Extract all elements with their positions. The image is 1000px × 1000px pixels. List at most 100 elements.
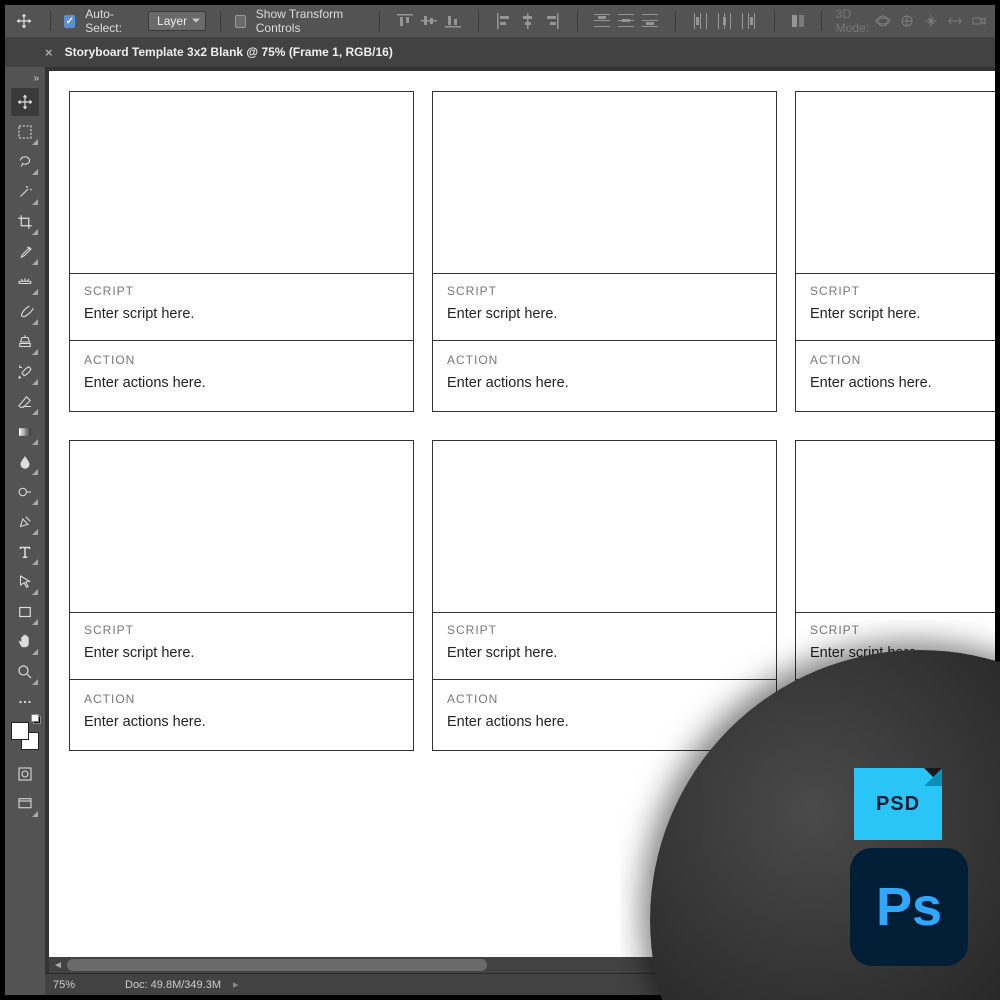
roll-icon[interactable] bbox=[899, 13, 915, 29]
ps-logo-text: Ps bbox=[876, 876, 942, 938]
psd-badge-text: PSD bbox=[876, 793, 920, 816]
distribute-top-icon[interactable] bbox=[591, 10, 613, 32]
threed-mode-group: 3D Mode: bbox=[836, 7, 987, 35]
expand-toolbar-icon[interactable]: » bbox=[33, 73, 45, 84]
script-text: Enter script here. bbox=[810, 306, 981, 322]
script-text: Enter script here. bbox=[447, 306, 762, 322]
hand-tool-icon[interactable] bbox=[11, 628, 39, 656]
screen-mode-icon[interactable] bbox=[11, 790, 39, 818]
action-label: ACTION bbox=[447, 692, 762, 706]
move-tool-icon[interactable] bbox=[11, 88, 39, 116]
color-swatches[interactable] bbox=[11, 722, 39, 750]
distribute-left-icon[interactable] bbox=[690, 10, 712, 32]
action-label: ACTION bbox=[84, 692, 399, 706]
history-brush-tool-icon[interactable] bbox=[11, 358, 39, 386]
threed-mode-label: 3D Mode: bbox=[836, 7, 869, 35]
align-left-icon[interactable] bbox=[493, 10, 515, 32]
script-label: SCRIPT bbox=[810, 284, 981, 298]
pen-tool-icon[interactable] bbox=[11, 508, 39, 536]
script-text: Enter script here. bbox=[84, 306, 399, 322]
default-colors-icon[interactable] bbox=[31, 714, 41, 724]
script-label: SCRIPT bbox=[447, 284, 762, 298]
psd-file-badge: PSD bbox=[854, 768, 942, 840]
gradient-tool-icon[interactable] bbox=[11, 418, 39, 446]
scroll-left-icon[interactable]: ◄ bbox=[53, 960, 63, 971]
brush-tool-icon[interactable] bbox=[11, 298, 39, 326]
eyedropper-tool-icon[interactable] bbox=[11, 238, 39, 266]
auto-select-label: Auto-Select: bbox=[85, 7, 138, 35]
frame-image-area bbox=[796, 92, 995, 274]
path-selection-tool-icon[interactable] bbox=[11, 568, 39, 596]
document-tab-bar: × Storyboard Template 3x2 Blank @ 75% (F… bbox=[5, 37, 995, 67]
tab-close-icon[interactable]: × bbox=[45, 45, 53, 60]
storyboard-frame: SCRIPT Enter script here. ACTION Enter a… bbox=[795, 440, 995, 751]
distribute-right-icon[interactable] bbox=[738, 10, 760, 32]
zoom-tool-icon[interactable] bbox=[11, 658, 39, 686]
distribute-group-h bbox=[690, 10, 760, 32]
status-menu-icon[interactable]: ▸ bbox=[233, 978, 239, 991]
foreground-color-swatch[interactable] bbox=[11, 722, 29, 740]
action-label: ACTION bbox=[810, 692, 981, 706]
distribute-group bbox=[591, 10, 661, 32]
script-label: SCRIPT bbox=[810, 623, 981, 637]
camera-icon[interactable] bbox=[971, 13, 987, 29]
script-label: SCRIPT bbox=[447, 623, 762, 637]
lasso-tool-icon[interactable] bbox=[11, 148, 39, 176]
edit-toolbar-icon[interactable] bbox=[11, 688, 39, 716]
move-tool-indicator-icon bbox=[13, 7, 36, 35]
orbit-icon[interactable] bbox=[875, 13, 891, 29]
auto-select-target-dropdown[interactable]: Layer bbox=[148, 11, 206, 31]
distribute-bottom-icon[interactable] bbox=[639, 10, 661, 32]
doc-info: Doc: 49.8M/349.3M bbox=[125, 979, 221, 991]
action-text: Enter actions here. bbox=[447, 714, 762, 730]
clone-stamp-tool-icon[interactable] bbox=[11, 328, 39, 356]
document-tab-title[interactable]: Storyboard Template 3x2 Blank @ 75% (Fra… bbox=[65, 45, 393, 59]
type-tool-icon[interactable] bbox=[11, 538, 39, 566]
frame-image-area bbox=[796, 441, 995, 613]
auto-select-checkbox[interactable] bbox=[64, 15, 75, 28]
action-label: ACTION bbox=[810, 353, 981, 367]
blur-tool-icon[interactable] bbox=[11, 448, 39, 476]
rectangle-tool-icon[interactable] bbox=[11, 598, 39, 626]
align-bottom-icon[interactable] bbox=[442, 10, 464, 32]
options-bar: Auto-Select: Layer Show Transform Contro… bbox=[5, 5, 995, 37]
marquee-tool-icon[interactable] bbox=[11, 118, 39, 146]
storyboard-frame: SCRIPT Enter script here. ACTION Enter a… bbox=[432, 91, 777, 412]
align-top-icon[interactable] bbox=[394, 10, 416, 32]
storyboard-frame: SCRIPT Enter script here. ACTION Enter a… bbox=[69, 440, 414, 751]
frame-image-area bbox=[70, 441, 413, 613]
action-label: ACTION bbox=[84, 353, 399, 367]
scrollbar-thumb[interactable] bbox=[67, 959, 487, 971]
zoom-level[interactable]: 75% bbox=[53, 979, 113, 991]
action-text: Enter actions here. bbox=[447, 375, 762, 391]
distribute-vcenter-icon[interactable] bbox=[615, 10, 637, 32]
show-transform-label: Show Transform Controls bbox=[256, 7, 365, 35]
align-right-icon[interactable] bbox=[541, 10, 563, 32]
distribute-hcenter-icon[interactable] bbox=[714, 10, 736, 32]
frame-image-area bbox=[70, 92, 413, 274]
dodge-tool-icon[interactable] bbox=[11, 478, 39, 506]
eraser-tool-icon[interactable] bbox=[11, 388, 39, 416]
align-hcenter-icon[interactable] bbox=[517, 10, 539, 32]
align-group-horizontal bbox=[493, 10, 563, 32]
frame-image-area bbox=[433, 441, 776, 613]
healing-brush-tool-icon[interactable] bbox=[11, 268, 39, 296]
quick-mask-icon[interactable] bbox=[11, 760, 39, 788]
action-label: ACTION bbox=[447, 353, 762, 367]
horizontal-scrollbar[interactable]: ◄ ► bbox=[49, 957, 995, 973]
slide-icon[interactable] bbox=[947, 13, 963, 29]
tools-panel: » bbox=[5, 67, 45, 995]
storyboard-frame: SCRIPT Enter script here. ACTION Enter a… bbox=[69, 91, 414, 412]
auto-align-icon[interactable] bbox=[789, 10, 807, 32]
scroll-right-icon[interactable]: ► bbox=[981, 960, 991, 971]
action-text: Enter actions here. bbox=[84, 714, 399, 730]
magic-wand-tool-icon[interactable] bbox=[11, 178, 39, 206]
crop-tool-icon[interactable] bbox=[11, 208, 39, 236]
storyboard-frame: SCRIPT Enter script here. ACTION Enter a… bbox=[795, 91, 995, 412]
script-label: SCRIPT bbox=[84, 623, 399, 637]
align-group-vertical bbox=[394, 10, 464, 32]
script-text: Enter script here. bbox=[810, 645, 981, 661]
align-vcenter-icon[interactable] bbox=[418, 10, 440, 32]
pan-icon[interactable] bbox=[923, 13, 939, 29]
show-transform-checkbox[interactable] bbox=[235, 15, 246, 28]
